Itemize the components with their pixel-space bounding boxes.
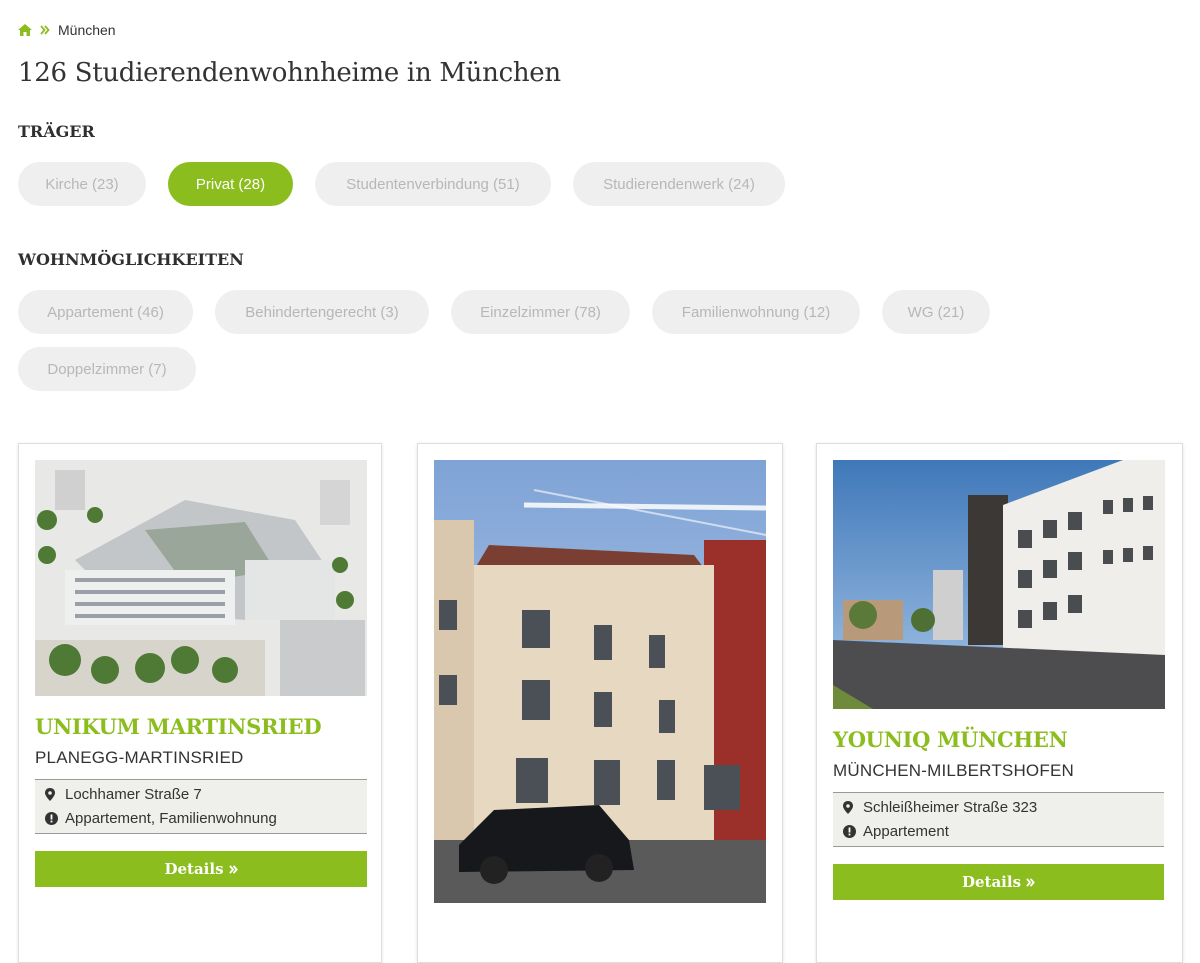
filter-chip-privat[interactable]: Privat (28) (168, 162, 293, 206)
details-label: Details (164, 860, 224, 878)
exclamation-circle-icon (45, 811, 65, 825)
page-title: 126 Studierendenwohnheime in München (18, 58, 561, 88)
filter-chip-appartement[interactable]: Appartement (46) (18, 290, 193, 334)
residence-photo[interactable] (833, 460, 1165, 709)
residence-types: Appartement, Familienwohnung (65, 809, 277, 827)
exclamation-circle-icon (843, 824, 863, 838)
residence-card: UNIKUM MARTINSRIED PLANEGG-MARTINSRIED L… (18, 443, 382, 963)
details-button[interactable]: Details (833, 864, 1164, 900)
residence-name[interactable]: UNIKUM MARTINSRIED (35, 714, 322, 739)
residence-types: Appartement (863, 822, 949, 840)
residence-district: PLANEGG-MARTINSRIED (35, 748, 244, 767)
residence-district: MÜNCHEN-MILBERTSHOFEN (833, 761, 1074, 780)
residence-address: Lochhamer Straße 7 (65, 785, 202, 803)
filter-chip-studierendenwerk[interactable]: Studierendenwerk (24) (573, 162, 785, 206)
filter-chip-doppelzimmer[interactable]: Doppelzimmer (7) (18, 347, 196, 391)
types-row: Appartement (833, 819, 1164, 843)
breadcrumb: München (18, 22, 116, 38)
address-row: Lochhamer Straße 7 (35, 782, 367, 806)
double-chevron-right-icon (1026, 873, 1035, 891)
residence-address: Schleißheimer Straße 323 (863, 798, 1038, 816)
breadcrumb-current[interactable]: München (58, 22, 116, 38)
filter-chip-kirche[interactable]: Kirche (23) (18, 162, 146, 206)
filter-chip-einzelzimmer[interactable]: Einzelzimmer (78) (451, 290, 630, 334)
details-label: Details (961, 873, 1022, 891)
residence-card: YOUNIQ MÜNCHEN MÜNCHEN-MILBERTSHOFEN Sch… (816, 443, 1183, 963)
map-marker-icon (45, 787, 65, 801)
wohnmoeglichkeiten-heading: WOHNMÖGLICHKEITEN (18, 250, 244, 269)
traeger-heading: TRÄGER (18, 122, 95, 141)
double-chevron-right-icon (228, 860, 238, 878)
address-row: Schleißheimer Straße 323 (833, 795, 1164, 819)
filter-chip-familienwohnung[interactable]: Familienwohnung (12) (652, 290, 860, 334)
details-button[interactable]: Details (35, 851, 367, 887)
map-marker-icon (843, 800, 863, 814)
filter-chip-wg[interactable]: WG (21) (882, 290, 990, 334)
residence-info: Schleißheimer Straße 323 Appartement (833, 792, 1164, 847)
filter-chip-studentenverbindung[interactable]: Studentenverbindung (51) (315, 162, 551, 206)
residence-info: Lochhamer Straße 7 Appartement, Familien… (35, 779, 367, 834)
residence-photo[interactable] (35, 460, 367, 696)
residence-name[interactable]: YOUNIQ MÜNCHEN (833, 727, 1068, 752)
home-icon[interactable] (18, 24, 32, 36)
filter-chip-behindertengerecht[interactable]: Behindertengerecht (3) (215, 290, 429, 334)
types-row: Appartement, Familienwohnung (35, 806, 367, 830)
double-chevron-right-icon (40, 25, 50, 35)
residence-photo[interactable] (434, 460, 766, 903)
residence-card (417, 443, 783, 963)
